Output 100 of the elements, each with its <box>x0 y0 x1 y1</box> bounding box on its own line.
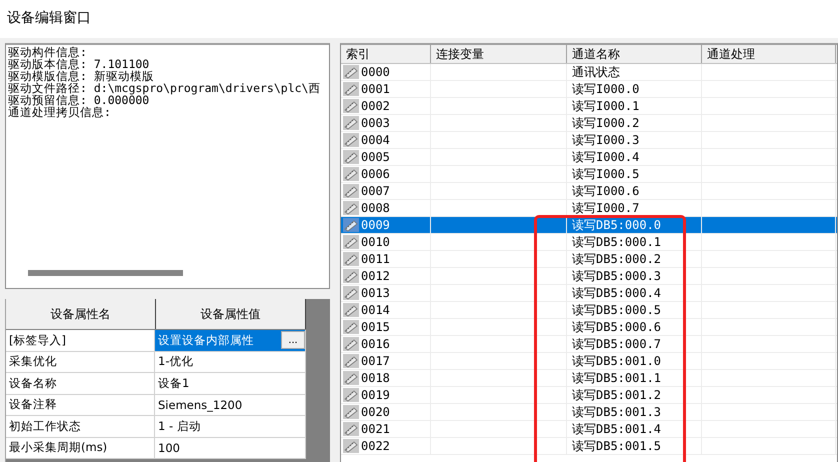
channel-name-cell: 读写DB5:001.2 <box>572 386 662 404</box>
index-cell: 0020 <box>361 405 390 419</box>
index-cell: 0014 <box>361 303 390 317</box>
index-cell: 0006 <box>361 167 390 181</box>
index-cell: 0003 <box>361 116 390 130</box>
index-cell: 0015 <box>361 320 390 334</box>
info-textbox[interactable]: 驱动构件信息: 驱动版本信息: 7.101100 驱动模版信息: 新驱动模版 驱动文件路径: d:\mcgspro\program\drivers\plc\西 驱动预留信息: 0.000000 通道处理拷贝信息: <box>5 43 330 289</box>
channel-row[interactable]: 0013 读写DB5:000.4 <box>341 285 837 302</box>
property-value-text: 1-优化 <box>158 354 194 370</box>
channel-row[interactable]: 0010 读写DB5:000.1 <box>341 234 837 251</box>
index-cell: 0017 <box>361 354 390 368</box>
info-line: 驱动文件路径: d:\mcgspro\program\drivers\plc\西 <box>8 82 322 94</box>
channel-row[interactable]: 0021 读写DB5:001.4 <box>341 421 837 438</box>
channel-name-cell: 读写DB5:000.6 <box>572 318 662 336</box>
property-name: 设备注释 <box>6 394 155 415</box>
channel-name-cell: 读写DB5:001.0 <box>572 352 662 370</box>
channel-row[interactable]: 0003 读写I000.2 <box>341 115 837 132</box>
property-value[interactable]: 1-优化 <box>155 352 306 372</box>
index-cell: 0022 <box>361 439 390 453</box>
index-cell: 0013 <box>361 286 390 300</box>
channel-row[interactable]: 0011 读写DB5:000.2 <box>341 251 837 268</box>
channel-row[interactable]: 0000 通讯状态 <box>341 64 837 81</box>
property-value-text: 设置设备内部属性 <box>158 332 254 348</box>
window-title: 设备编辑窗口 <box>0 0 838 38</box>
channel-name-cell: 读写DB5:000.3 <box>572 268 662 284</box>
property-value[interactable]: 100 <box>155 438 306 458</box>
channel-name-cell: 读写I000.5 <box>572 166 640 182</box>
channel-name-cell: 读写DB5:000.5 <box>572 302 662 318</box>
channel-name-cell: 读写DB5:000.0 <box>572 216 662 234</box>
channel-name-cell: 读写I000.3 <box>572 132 640 148</box>
index-cell: 0007 <box>361 184 390 198</box>
index-cell: 0009 <box>361 218 390 232</box>
channel-row[interactable]: 0020 读写DB5:001.3 <box>341 404 837 421</box>
property-name: 最小采集周期(ms) <box>6 438 155 458</box>
property-value[interactable]: Siemens_1200 <box>155 394 306 415</box>
index-cell: 0010 <box>361 235 390 249</box>
channel-row[interactable]: 0015 读写DB5:000.6 <box>341 319 837 336</box>
property-name: 采集优化 <box>6 352 155 372</box>
channel-name-cell: 读写I000.7 <box>572 200 640 216</box>
channel-name-cell: 通讯状态 <box>572 64 620 80</box>
channel-row[interactable]: 0014 读写DB5:000.5 <box>341 302 837 319</box>
index-cell: 0001 <box>361 82 390 96</box>
property-value-text: 设备1 <box>158 376 190 391</box>
channel-row[interactable]: 0002 读写I000.1 <box>341 98 837 115</box>
channel-name-cell: 读写DB5:000.4 <box>572 284 662 302</box>
property-value-text: 100 <box>158 440 180 455</box>
index-cell: 0004 <box>361 133 390 147</box>
column-header[interactable]: 连接变量 <box>431 45 567 63</box>
channel-row[interactable]: 0006 读写I000.5 <box>341 166 837 183</box>
index-cell: 0002 <box>361 99 390 113</box>
info-line: 驱动版本信息: 7.101100 <box>8 58 150 70</box>
index-cell: 0000 <box>361 65 390 79</box>
channel-row[interactable]: 0022 读写DB5:001.5 <box>341 438 837 455</box>
channel-name-cell: 读写I000.0 <box>572 80 640 98</box>
channel-row[interactable]: 0004 读写I000.3 <box>341 132 837 149</box>
column-header[interactable]: 通道处理 <box>702 45 836 63</box>
channel-row[interactable]: 0019 读写DB5:001.2 <box>341 387 837 404</box>
channel-name-cell: 读写I000.6 <box>572 182 640 200</box>
property-name: 设备名称 <box>6 373 155 394</box>
channel-row[interactable]: 0017 读写DB5:001.0 <box>341 353 837 370</box>
property-value[interactable]: 1 - 启动 <box>155 416 306 436</box>
column-header[interactable]: 设备属性值 <box>156 299 306 329</box>
index-cell: 0005 <box>361 150 390 164</box>
property-value[interactable]: 设备1 <box>155 373 306 394</box>
info-line: 驱动模版信息: 新驱动模版 <box>8 70 155 82</box>
channel-name-cell: 读写I000.2 <box>572 114 640 132</box>
info-line: 通道处理拷贝信息: <box>8 106 112 118</box>
channel-name-cell: 读写I000.4 <box>572 148 640 166</box>
index-cell: 0008 <box>361 201 390 215</box>
channel-name-cell: 读写DB5:000.7 <box>572 336 662 352</box>
property-name: 初始工作状态 <box>6 416 155 436</box>
channel-name-cell: 读写DB5:001.1 <box>572 370 662 386</box>
channel-row[interactable]: 0012 读写DB5:000.3 <box>341 268 837 285</box>
column-header[interactable]: 索引 <box>341 45 431 63</box>
channel-row[interactable]: 0009 读写DB5:000.0 <box>341 217 837 234</box>
channel-name-cell: 读写I000.1 <box>572 98 640 114</box>
property-value-text: 1 - 启动 <box>158 418 201 434</box>
channel-row[interactable]: 0001 读写I000.0 <box>341 81 837 98</box>
channel-name-cell: 读写DB5:001.4 <box>572 420 662 438</box>
info-line: 驱动构件信息: <box>8 46 88 58</box>
property-value-text: Siemens_1200 <box>158 398 242 412</box>
index-cell: 0011 <box>361 252 390 266</box>
index-cell: 0021 <box>361 422 390 436</box>
index-cell: 0018 <box>361 371 390 385</box>
channel-row[interactable]: 0005 读写I000.4 <box>341 149 837 166</box>
channel-row[interactable]: 0016 读写DB5:000.7 <box>341 336 837 353</box>
property-value[interactable]: 设置设备内部属性 ... <box>155 330 306 350</box>
index-cell: 0012 <box>361 269 390 283</box>
index-cell: 0016 <box>361 337 390 351</box>
channel-name-cell: 读写DB5:001.3 <box>572 404 662 420</box>
channel-name-cell: 读写DB5:000.2 <box>572 250 662 268</box>
channel-name-cell: 读写DB5:001.5 <box>572 438 662 454</box>
info-line: 驱动预留信息: 0.000000 <box>8 94 150 106</box>
column-header[interactable]: 设备属性名 <box>6 299 156 329</box>
browse-button[interactable]: ... <box>281 331 305 350</box>
index-cell: 0019 <box>361 388 390 402</box>
channel-name-cell: 读写DB5:000.1 <box>572 234 662 250</box>
column-header[interactable]: 通道名称 <box>567 45 702 63</box>
channel-row[interactable]: 0007 读写I000.6 <box>341 183 837 200</box>
channel-row[interactable]: 0018 读写DB5:001.1 <box>341 370 837 387</box>
